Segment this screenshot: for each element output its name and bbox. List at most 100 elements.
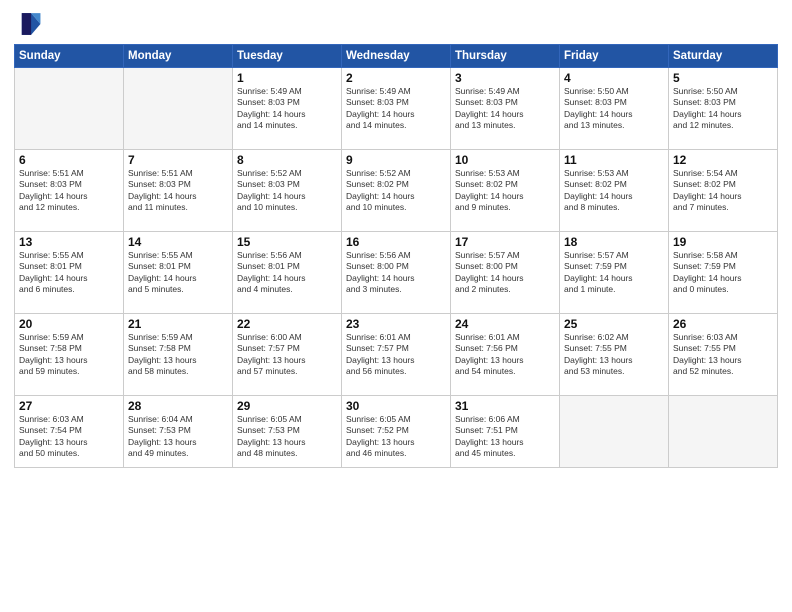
calendar-cell: 28Sunrise: 6:04 AM Sunset: 7:53 PM Dayli… bbox=[124, 396, 233, 468]
day-number: 16 bbox=[346, 235, 446, 249]
calendar-cell: 19Sunrise: 5:58 AM Sunset: 7:59 PM Dayli… bbox=[669, 232, 778, 314]
day-number: 3 bbox=[455, 71, 555, 85]
day-info: Sunrise: 6:01 AM Sunset: 7:56 PM Dayligh… bbox=[455, 332, 555, 378]
day-info: Sunrise: 6:04 AM Sunset: 7:53 PM Dayligh… bbox=[128, 414, 228, 460]
day-info: Sunrise: 5:59 AM Sunset: 7:58 PM Dayligh… bbox=[128, 332, 228, 378]
day-info: Sunrise: 5:56 AM Sunset: 8:01 PM Dayligh… bbox=[237, 250, 337, 296]
calendar-cell: 18Sunrise: 5:57 AM Sunset: 7:59 PM Dayli… bbox=[560, 232, 669, 314]
day-number: 18 bbox=[564, 235, 664, 249]
page: SundayMondayTuesdayWednesdayThursdayFrid… bbox=[0, 0, 792, 612]
day-number: 24 bbox=[455, 317, 555, 331]
calendar-cell: 3Sunrise: 5:49 AM Sunset: 8:03 PM Daylig… bbox=[451, 68, 560, 150]
weekday-header-wednesday: Wednesday bbox=[342, 45, 451, 68]
day-info: Sunrise: 6:05 AM Sunset: 7:53 PM Dayligh… bbox=[237, 414, 337, 460]
day-info: Sunrise: 5:49 AM Sunset: 8:03 PM Dayligh… bbox=[455, 86, 555, 132]
day-info: Sunrise: 5:58 AM Sunset: 7:59 PM Dayligh… bbox=[673, 250, 773, 296]
weekday-header-thursday: Thursday bbox=[451, 45, 560, 68]
calendar-week-row: 13Sunrise: 5:55 AM Sunset: 8:01 PM Dayli… bbox=[15, 232, 778, 314]
calendar-cell: 27Sunrise: 6:03 AM Sunset: 7:54 PM Dayli… bbox=[15, 396, 124, 468]
day-number: 2 bbox=[346, 71, 446, 85]
calendar-cell: 25Sunrise: 6:02 AM Sunset: 7:55 PM Dayli… bbox=[560, 314, 669, 396]
calendar-cell: 16Sunrise: 5:56 AM Sunset: 8:00 PM Dayli… bbox=[342, 232, 451, 314]
calendar-cell: 29Sunrise: 6:05 AM Sunset: 7:53 PM Dayli… bbox=[233, 396, 342, 468]
calendar-cell: 12Sunrise: 5:54 AM Sunset: 8:02 PM Dayli… bbox=[669, 150, 778, 232]
day-info: Sunrise: 5:49 AM Sunset: 8:03 PM Dayligh… bbox=[237, 86, 337, 132]
day-info: Sunrise: 6:03 AM Sunset: 7:55 PM Dayligh… bbox=[673, 332, 773, 378]
weekday-header-sunday: Sunday bbox=[15, 45, 124, 68]
day-number: 15 bbox=[237, 235, 337, 249]
day-info: Sunrise: 6:02 AM Sunset: 7:55 PM Dayligh… bbox=[564, 332, 664, 378]
day-number: 8 bbox=[237, 153, 337, 167]
day-info: Sunrise: 6:00 AM Sunset: 7:57 PM Dayligh… bbox=[237, 332, 337, 378]
calendar-cell: 15Sunrise: 5:56 AM Sunset: 8:01 PM Dayli… bbox=[233, 232, 342, 314]
day-number: 6 bbox=[19, 153, 119, 167]
calendar-cell: 23Sunrise: 6:01 AM Sunset: 7:57 PM Dayli… bbox=[342, 314, 451, 396]
calendar-week-row: 1Sunrise: 5:49 AM Sunset: 8:03 PM Daylig… bbox=[15, 68, 778, 150]
calendar-cell: 20Sunrise: 5:59 AM Sunset: 7:58 PM Dayli… bbox=[15, 314, 124, 396]
day-number: 19 bbox=[673, 235, 773, 249]
calendar-cell: 11Sunrise: 5:53 AM Sunset: 8:02 PM Dayli… bbox=[560, 150, 669, 232]
day-number: 21 bbox=[128, 317, 228, 331]
day-number: 14 bbox=[128, 235, 228, 249]
calendar-cell: 14Sunrise: 5:55 AM Sunset: 8:01 PM Dayli… bbox=[124, 232, 233, 314]
day-number: 5 bbox=[673, 71, 773, 85]
day-info: Sunrise: 6:05 AM Sunset: 7:52 PM Dayligh… bbox=[346, 414, 446, 460]
day-info: Sunrise: 5:56 AM Sunset: 8:00 PM Dayligh… bbox=[346, 250, 446, 296]
day-info: Sunrise: 5:52 AM Sunset: 8:03 PM Dayligh… bbox=[237, 168, 337, 214]
day-info: Sunrise: 5:55 AM Sunset: 8:01 PM Dayligh… bbox=[128, 250, 228, 296]
day-number: 13 bbox=[19, 235, 119, 249]
day-info: Sunrise: 5:53 AM Sunset: 8:02 PM Dayligh… bbox=[455, 168, 555, 214]
calendar-cell: 8Sunrise: 5:52 AM Sunset: 8:03 PM Daylig… bbox=[233, 150, 342, 232]
day-number: 29 bbox=[237, 399, 337, 413]
calendar-cell bbox=[15, 68, 124, 150]
calendar-cell: 24Sunrise: 6:01 AM Sunset: 7:56 PM Dayli… bbox=[451, 314, 560, 396]
day-number: 31 bbox=[455, 399, 555, 413]
weekday-header-monday: Monday bbox=[124, 45, 233, 68]
calendar-cell bbox=[124, 68, 233, 150]
day-number: 22 bbox=[237, 317, 337, 331]
day-number: 25 bbox=[564, 317, 664, 331]
day-number: 7 bbox=[128, 153, 228, 167]
calendar-cell: 2Sunrise: 5:49 AM Sunset: 8:03 PM Daylig… bbox=[342, 68, 451, 150]
logo-icon bbox=[14, 10, 42, 38]
day-number: 4 bbox=[564, 71, 664, 85]
day-number: 12 bbox=[673, 153, 773, 167]
day-number: 10 bbox=[455, 153, 555, 167]
calendar-cell: 10Sunrise: 5:53 AM Sunset: 8:02 PM Dayli… bbox=[451, 150, 560, 232]
calendar-cell: 31Sunrise: 6:06 AM Sunset: 7:51 PM Dayli… bbox=[451, 396, 560, 468]
calendar-cell: 9Sunrise: 5:52 AM Sunset: 8:02 PM Daylig… bbox=[342, 150, 451, 232]
calendar-cell: 21Sunrise: 5:59 AM Sunset: 7:58 PM Dayli… bbox=[124, 314, 233, 396]
day-number: 23 bbox=[346, 317, 446, 331]
day-info: Sunrise: 5:57 AM Sunset: 7:59 PM Dayligh… bbox=[564, 250, 664, 296]
day-number: 20 bbox=[19, 317, 119, 331]
day-info: Sunrise: 5:51 AM Sunset: 8:03 PM Dayligh… bbox=[19, 168, 119, 214]
logo bbox=[14, 10, 46, 38]
calendar-cell bbox=[669, 396, 778, 468]
header bbox=[14, 10, 778, 38]
day-info: Sunrise: 5:57 AM Sunset: 8:00 PM Dayligh… bbox=[455, 250, 555, 296]
day-info: Sunrise: 5:50 AM Sunset: 8:03 PM Dayligh… bbox=[564, 86, 664, 132]
day-info: Sunrise: 6:06 AM Sunset: 7:51 PM Dayligh… bbox=[455, 414, 555, 460]
calendar-cell: 1Sunrise: 5:49 AM Sunset: 8:03 PM Daylig… bbox=[233, 68, 342, 150]
calendar-cell: 26Sunrise: 6:03 AM Sunset: 7:55 PM Dayli… bbox=[669, 314, 778, 396]
day-number: 26 bbox=[673, 317, 773, 331]
day-info: Sunrise: 5:55 AM Sunset: 8:01 PM Dayligh… bbox=[19, 250, 119, 296]
day-info: Sunrise: 5:51 AM Sunset: 8:03 PM Dayligh… bbox=[128, 168, 228, 214]
weekday-header-row: SundayMondayTuesdayWednesdayThursdayFrid… bbox=[15, 45, 778, 68]
day-number: 27 bbox=[19, 399, 119, 413]
calendar-week-row: 20Sunrise: 5:59 AM Sunset: 7:58 PM Dayli… bbox=[15, 314, 778, 396]
weekday-header-friday: Friday bbox=[560, 45, 669, 68]
day-info: Sunrise: 5:49 AM Sunset: 8:03 PM Dayligh… bbox=[346, 86, 446, 132]
day-info: Sunrise: 5:52 AM Sunset: 8:02 PM Dayligh… bbox=[346, 168, 446, 214]
day-number: 11 bbox=[564, 153, 664, 167]
calendar-cell: 4Sunrise: 5:50 AM Sunset: 8:03 PM Daylig… bbox=[560, 68, 669, 150]
day-info: Sunrise: 5:54 AM Sunset: 8:02 PM Dayligh… bbox=[673, 168, 773, 214]
day-info: Sunrise: 5:59 AM Sunset: 7:58 PM Dayligh… bbox=[19, 332, 119, 378]
day-number: 9 bbox=[346, 153, 446, 167]
calendar-cell: 17Sunrise: 5:57 AM Sunset: 8:00 PM Dayli… bbox=[451, 232, 560, 314]
calendar-cell: 13Sunrise: 5:55 AM Sunset: 8:01 PM Dayli… bbox=[15, 232, 124, 314]
day-number: 1 bbox=[237, 71, 337, 85]
calendar-cell: 6Sunrise: 5:51 AM Sunset: 8:03 PM Daylig… bbox=[15, 150, 124, 232]
calendar-week-row: 6Sunrise: 5:51 AM Sunset: 8:03 PM Daylig… bbox=[15, 150, 778, 232]
day-number: 17 bbox=[455, 235, 555, 249]
